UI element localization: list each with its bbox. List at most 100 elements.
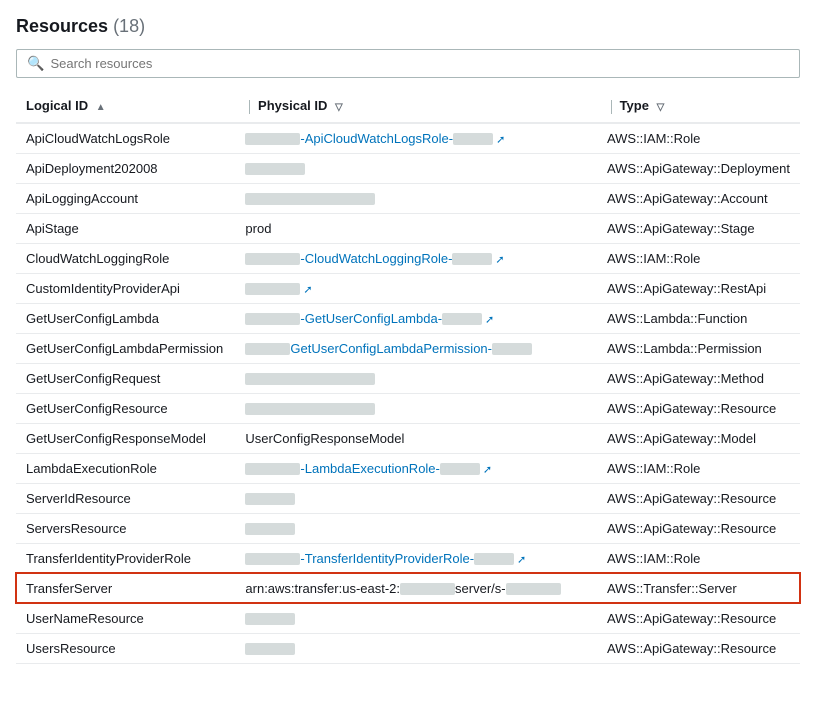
cell-physical-id: GetUserConfigLambdaPermission- [235, 333, 597, 363]
cell-type: AWS::Transfer::Server [597, 573, 800, 603]
redacted-post [440, 463, 480, 475]
cell-type: AWS::Lambda::Permission [597, 333, 800, 363]
col-header-physical-id[interactable]: Physical ID ▽ [235, 90, 597, 123]
table-row: UsersResourceAWS::ApiGateway::Resource [16, 633, 800, 663]
table-row: ServerIdResourceAWS::ApiGateway::Resourc… [16, 483, 800, 513]
redacted-post [474, 553, 514, 565]
cell-logical-id: CloudWatchLoggingRole [16, 243, 235, 273]
physical-id-link[interactable]: -CloudWatchLoggingRole- [300, 251, 452, 266]
cell-physical-id [235, 513, 597, 543]
table-row: GetUserConfigLambdaPermission GetUserConf… [16, 333, 800, 363]
filter-icon-type: ▽ [657, 102, 665, 113]
table-row: TransferServerarn:aws:transfer:us-east-2… [16, 573, 800, 603]
external-link-icon[interactable]: ➚ [517, 553, 526, 566]
redacted-post [453, 133, 493, 145]
cell-physical-id [235, 183, 597, 213]
cell-type: AWS::ApiGateway::RestApi [597, 273, 800, 303]
cell-type: AWS::ApiGateway::Resource [597, 603, 800, 633]
redacted-bar [245, 193, 375, 205]
table-row: GetUserConfigResponseModelUserConfigResp… [16, 423, 800, 453]
cell-physical-id [235, 153, 597, 183]
redacted-post [452, 253, 492, 265]
cell-logical-id: GetUserConfigResponseModel [16, 423, 235, 453]
cell-type: AWS::IAM::Role [597, 123, 800, 154]
search-input[interactable] [50, 56, 789, 71]
cell-physical-id [235, 603, 597, 633]
cell-physical-id: UserConfigResponseModel [235, 423, 597, 453]
table-row: CustomIdentityProviderApi ➚ AWS::ApiGatewa… [16, 273, 800, 303]
external-link-icon[interactable]: ➚ [303, 283, 312, 296]
page: Resources (18) 🔍 Logical ID ▲ Physical I… [0, 0, 816, 712]
col-divider-1 [249, 100, 250, 114]
table-row: GetUserConfigRequest AWS::ApiGateway::Met… [16, 363, 800, 393]
external-link-icon[interactable]: ➚ [496, 133, 505, 146]
col-header-type[interactable]: Type ▽ [597, 90, 800, 123]
sort-asc-icon: ▲ [96, 102, 106, 113]
col-label-physical-id: Physical ID [258, 98, 327, 113]
physical-id-link[interactable]: -TransferIdentityProviderRole- [300, 551, 474, 566]
cell-logical-id: GetUserConfigLambdaPermission [16, 333, 235, 363]
table-row: UserNameResource AWS::ApiGateway::Resourc… [16, 603, 800, 633]
table-row: GetUserConfigResourceAWS::ApiGateway::Re… [16, 393, 800, 423]
redacted-post [442, 313, 482, 325]
cell-physical-id [235, 393, 597, 423]
cell-physical-id: arn:aws:transfer:us-east-2:server/s- [235, 573, 597, 603]
external-link-icon[interactable]: ➚ [485, 313, 494, 326]
arn-post-text: server/s- [455, 581, 506, 596]
col-label-type: Type [620, 98, 649, 113]
cell-logical-id: UserNameResource [16, 603, 235, 633]
cell-type: AWS::ApiGateway::Deployment [597, 153, 800, 183]
cell-physical-id [235, 363, 597, 393]
cell-type: AWS::IAM::Role [597, 453, 800, 483]
cell-logical-id: ServersResource [16, 513, 235, 543]
cell-physical-id [235, 633, 597, 663]
redacted-bar [245, 373, 375, 385]
table-row: ApiStageprodAWS::ApiGateway::Stage [16, 213, 800, 243]
cell-logical-id: ApiLoggingAccount [16, 183, 235, 213]
cell-type: AWS::ApiGateway::Account [597, 183, 800, 213]
physical-id-link[interactable]: -GetUserConfigLambda- [300, 311, 442, 326]
cell-physical-id: ➚ [235, 273, 597, 303]
table-row: ApiCloudWatchLogsRole -ApiCloudWatchLogsR… [16, 123, 800, 154]
resources-table: Logical ID ▲ Physical ID ▽ Type ▽ ApiClo… [16, 90, 800, 664]
redacted-bar [245, 613, 295, 625]
redacted-pre [245, 343, 290, 355]
redacted-bar [245, 163, 305, 175]
cell-type: AWS::ApiGateway::Method [597, 363, 800, 393]
cell-logical-id: ApiCloudWatchLogsRole [16, 123, 235, 154]
cell-type: AWS::IAM::Role [597, 243, 800, 273]
search-bar[interactable]: 🔍 [16, 49, 800, 78]
physical-id-link[interactable]: -LambdaExecutionRole- [300, 461, 439, 476]
col-header-logical-id[interactable]: Logical ID ▲ [16, 90, 235, 123]
cell-logical-id: TransferServer [16, 573, 235, 603]
table-row: ApiDeployment202008 AWS::ApiGateway::Depl… [16, 153, 800, 183]
external-link-icon[interactable]: ➚ [483, 463, 492, 476]
redacted-end [506, 583, 561, 595]
cell-logical-id: GetUserConfigRequest [16, 363, 235, 393]
physical-id-link[interactable]: GetUserConfigLambdaPermission- [290, 341, 492, 356]
cell-type: AWS::IAM::Role [597, 543, 800, 573]
cell-physical-id: -GetUserConfigLambda- ➚ [235, 303, 597, 333]
redacted-mid [400, 583, 455, 595]
external-link-icon[interactable]: ➚ [495, 253, 504, 266]
redacted-pre [245, 553, 300, 565]
cell-logical-id: ApiDeployment202008 [16, 153, 235, 183]
redacted-bar [245, 283, 300, 295]
cell-logical-id: TransferIdentityProviderRole [16, 543, 235, 573]
redacted-pre [245, 253, 300, 265]
cell-logical-id: GetUserConfigLambda [16, 303, 235, 333]
table-row: ApiLoggingAccount AWS::ApiGateway::Accoun… [16, 183, 800, 213]
page-title: Resources [16, 16, 108, 37]
redacted-post [492, 343, 532, 355]
cell-physical-id: prod [235, 213, 597, 243]
cell-logical-id: LambdaExecutionRole [16, 453, 235, 483]
table-row: TransferIdentityProviderRole-TransferIde… [16, 543, 800, 573]
cell-type: AWS::ApiGateway::Stage [597, 213, 800, 243]
physical-id-link[interactable]: -ApiCloudWatchLogsRole- [300, 131, 453, 146]
table-row: ServersResourceAWS::ApiGateway::Resource [16, 513, 800, 543]
cell-physical-id: -TransferIdentityProviderRole- ➚ [235, 543, 597, 573]
cell-logical-id: ApiStage [16, 213, 235, 243]
cell-type: AWS::ApiGateway::Resource [597, 483, 800, 513]
cell-logical-id: CustomIdentityProviderApi [16, 273, 235, 303]
cell-type: AWS::ApiGateway::Resource [597, 393, 800, 423]
